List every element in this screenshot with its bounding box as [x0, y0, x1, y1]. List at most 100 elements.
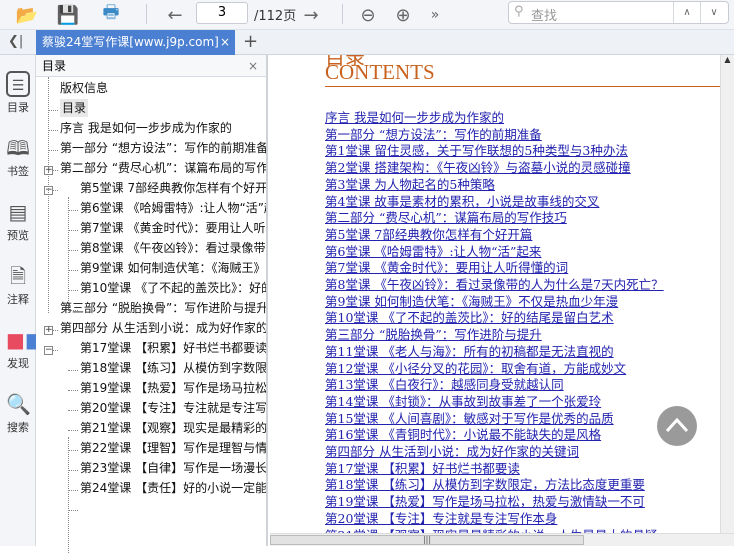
toc-link[interactable]: 第10堂课 《了不起的盖茨比》：好的结尾是留白艺术: [325, 310, 614, 326]
tree-line: [68, 450, 78, 451]
toc-link[interactable]: 序言 我是如何一步步成为作家的: [325, 110, 504, 126]
search-box[interactable]: ⚲ 查找 ∧ ∨: [508, 1, 729, 24]
close-tab-icon[interactable]: ×: [220, 30, 230, 55]
toc-link[interactable]: 第3堂课 为人物起名的5种策略: [325, 177, 495, 193]
collapse-panel-icon[interactable]: ❮|: [8, 34, 23, 49]
toc-item[interactable]: 第一部分 “想方设法”：写作的前期准备: [60, 139, 266, 157]
vertical-scrollbar[interactable]: ▲: [720, 55, 734, 533]
toc-link[interactable]: 第14堂课 《封锁》：从事故到故事差了一个张爱玲: [325, 394, 601, 410]
toc-item[interactable]: 第21堂课 【观察】现实是最精彩的小说，人生是最大的悬疑: [80, 419, 266, 437]
toc-link[interactable]: 第三部分 “脱胎换骨”：写作进阶与提升: [325, 327, 542, 343]
toc-item[interactable]: 第23堂课 【自律】写作是一场漫长的修行: [80, 459, 266, 477]
tree-line: [68, 390, 78, 391]
list-icon: ☰: [6, 71, 30, 97]
toc-item[interactable]: 第6堂课 《哈姆雷特》:让人物“活”起来: [80, 199, 266, 217]
toc-link[interactable]: 第1堂课 留住灵感，关于写作联想的5种类型与3种办法: [325, 143, 628, 159]
toc-link[interactable]: 第16堂课 《青铜时代》：小说最不能缺失的是风格: [325, 427, 601, 443]
toc-item-label: 第10堂课 《了不起的盖茨比》：好的结尾是留白艺术: [80, 281, 266, 295]
sidebar-item-preview[interactable]: ▤ 预览: [0, 199, 36, 243]
toc-link[interactable]: 第二部分 “费尽心机”：谋篇布局的写作技巧: [325, 210, 567, 226]
toc-item-label: 目录: [62, 101, 87, 115]
back-to-top-button[interactable]: [657, 406, 697, 446]
zoom-in-icon[interactable]: ⊕: [391, 3, 415, 27]
toc-link[interactable]: 第20堂课 【专注】专注就是专注写作本身: [325, 511, 557, 527]
tree-line: [68, 430, 78, 431]
toc-link[interactable]: 第13堂课 《白夜行》：越感同身受就越认同: [325, 377, 564, 393]
sidebar-item-bookmarks[interactable]: 🕮 书签: [0, 135, 36, 179]
more-icon[interactable]: »: [426, 3, 444, 27]
preview-icon: ▤: [8, 200, 28, 224]
tree-line: [48, 77, 49, 313]
toc-panel: 目录 × 版权信息 目录 序言 我是如何一步步成为作家的 第一部分 “想方设法”：写作…: [36, 55, 268, 553]
collapse-icon[interactable]: −: [44, 346, 53, 355]
tab-title: 蔡骏24堂写作课[www.j9p.com]: [42, 35, 219, 49]
toc-item[interactable]: 第5堂课 7部经典教你怎样有个好开篇: [80, 179, 266, 197]
zoom-out-icon[interactable]: ⊖: [356, 3, 380, 27]
toc-link[interactable]: 第12堂课 《小径分叉的花园》：取舍有道，方能成妙文: [325, 361, 626, 377]
next-page-icon[interactable]: →: [300, 3, 322, 27]
toc-link[interactable]: 第一部分 “想方设法”：写作的前期准备: [325, 127, 542, 143]
toc-item[interactable]: 第18堂课 【练习】从模仿到字数限定，方法比态度更重要: [80, 359, 266, 377]
tab-bar: ❮| 蔡骏24堂写作课[www.j9p.com] × +: [0, 30, 734, 55]
scroll-thumb[interactable]: |||: [270, 535, 584, 545]
sidebar-item-notes[interactable]: 🗎 注释: [0, 263, 36, 307]
toc-item[interactable]: 第8堂课 《午夜凶铃》：看过录像带的人为什么是7天内死亡？: [80, 239, 266, 257]
sidebar-item-search[interactable]: 🔍 搜索: [0, 391, 36, 435]
toc-link[interactable]: 第4堂课 故事是素材的累积，小说是故事线的交叉: [325, 194, 599, 210]
tree-line: [68, 410, 78, 411]
toc-item[interactable]: 第三部分 “脱胎换骨”：写作进阶与提升: [60, 299, 266, 317]
search-input[interactable]: 查找: [531, 5, 557, 24]
open-folder-icon[interactable]: 📂: [14, 3, 40, 27]
toc-title: 目录: [42, 59, 67, 73]
tree-line: [68, 510, 78, 511]
toc-link[interactable]: 第11堂课 《老人与海》：所有的初稿都是无法直视的: [325, 344, 614, 360]
toc-link[interactable]: 第8堂课 《午夜凶铃》：看过录像带的人为什么是7天内死亡？: [325, 277, 664, 293]
toc-link[interactable]: 第18堂课 【练习】从模仿到字数限定，方法比态度更重要: [325, 477, 645, 493]
document-page: 目录 CONTENTS 序言 我是如何一步步成为作家的 第一部分 “想方设法”：写…: [270, 55, 720, 533]
toc-link[interactable]: 第9堂课 如何制造伏笔：《海贼王》不仅是热血少年漫: [325, 294, 618, 310]
tree-line: [48, 130, 58, 131]
toc-link[interactable]: 第四部分 从生活到小说：成为好作家的关键词: [325, 444, 579, 460]
toc-item[interactable]: 第二部分 “费尽心机”：谋篇布局的写作技巧: [60, 159, 266, 177]
toc-item-label: 序言 我是如何一步步成为作家的: [60, 121, 232, 135]
toc-item[interactable]: 第17堂课 【积累】好书烂书都要读: [80, 339, 266, 357]
toc-item[interactable]: 第24堂课 【责任】好的小说一定能打动人心: [80, 479, 266, 497]
toc-item[interactable]: 第7堂课 《黄金时代》：要用让人听得懂的词: [80, 219, 266, 237]
toc-link[interactable]: 第2堂课 搭建架构：《午夜凶铃》与盗墓小说的灵感碰撞: [325, 160, 631, 176]
toc-link[interactable]: 第6堂课 《哈姆雷特》:让人物“活”起来: [325, 244, 541, 260]
sidebar-item-toc[interactable]: ☰ 目录: [0, 71, 36, 115]
toc-link[interactable]: 第5堂课 7部经典教你怎样有个好开篇: [325, 227, 532, 243]
toc-item-label: 第23堂课 【自律】写作是一场漫长的修行: [80, 461, 266, 475]
toc-item[interactable]: 第10堂课 《了不起的盖茨比》：好的结尾是留白艺术: [80, 279, 266, 297]
note-icon: 🗎: [9, 264, 27, 288]
toc-item[interactable]: 序言 我是如何一步步成为作家的: [60, 119, 266, 137]
tree-line: [68, 310, 78, 311]
expand-icon[interactable]: +: [44, 326, 53, 335]
horizontal-scrollbar[interactable]: |||: [270, 533, 734, 546]
toc-item[interactable]: 第22堂课 【理智】写作是理智与情感的结合: [80, 439, 266, 457]
print-icon[interactable]: 🖶: [98, 2, 124, 27]
toc-item-label: 第22堂课 【理智】写作是理智与情感的结合: [80, 441, 266, 455]
toc-item[interactable]: 第9堂课 如何制造伏笔：《海贼王》不仅是热血少年漫: [80, 259, 266, 277]
toc-link[interactable]: 第15堂课 《人间喜剧》：敏感对于写作是优秀的品质: [325, 411, 614, 427]
save-icon[interactable]: 💾: [56, 3, 80, 27]
toc-item[interactable]: 目录: [60, 99, 89, 117]
tab-document[interactable]: 蔡骏24堂写作课[www.j9p.com] ×: [36, 30, 235, 55]
toc-item-label: 第9堂课 如何制造伏笔：《海贼王》不仅是热血少年漫: [80, 261, 266, 275]
toc-item[interactable]: 第20堂课 【专注】专注就是专注写作本身: [80, 399, 266, 417]
search-prev-button[interactable]: ∧: [673, 2, 700, 23]
scroll-up-icon[interactable]: ▲: [724, 55, 730, 64]
prev-page-icon[interactable]: ←: [164, 3, 186, 27]
page-number-input[interactable]: 3: [196, 2, 248, 24]
toc-link[interactable]: 第7堂课 《黄金时代》：要用让人听得懂的词: [325, 260, 568, 276]
toc-item-label: 第6堂课 《哈姆雷特》:让人物“活”起来: [80, 201, 266, 215]
search-next-button[interactable]: ∨: [700, 2, 727, 23]
toc-item[interactable]: 第四部分 从生活到小说：成为好作家的关键词: [60, 319, 266, 337]
toc-link[interactable]: 第17堂课 【积累】好书烂书都要读: [325, 461, 520, 477]
toc-item[interactable]: 版权信息: [60, 79, 266, 97]
toc-item[interactable]: 第19堂课 【热爱】写作是场马拉松，热爱与激情缺一不可: [80, 379, 266, 397]
close-toc-icon[interactable]: ×: [248, 55, 258, 77]
sidebar-item-discover[interactable]: ■■ 发现: [0, 327, 44, 371]
new-tab-button[interactable]: +: [243, 31, 258, 52]
toc-link[interactable]: 第19堂课 【热爱】写作是场马拉松，热爱与激情缺一不可: [325, 494, 645, 510]
